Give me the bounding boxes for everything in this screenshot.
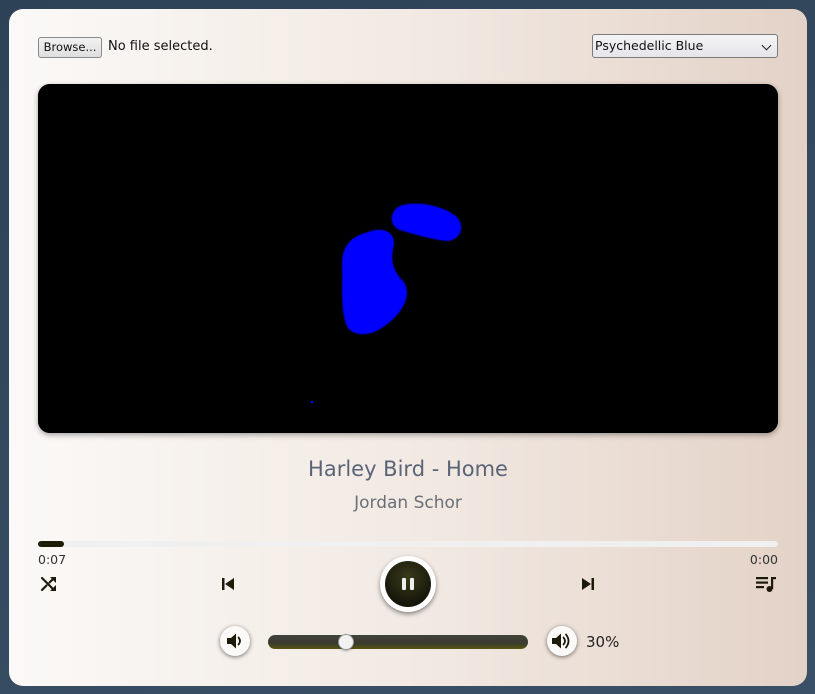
visualizer-particle (310, 400, 314, 404)
visualizer-graphic (310, 203, 462, 404)
theme-select-value: Psychedellic Blue (595, 38, 704, 53)
music-player-card: Browse... No file selected. Psychedellic… (9, 9, 807, 686)
shuffle-icon[interactable] (40, 575, 60, 597)
volume-slider-thumb[interactable] (338, 634, 354, 650)
volume-up-button[interactable] (547, 626, 577, 656)
playlist-icon[interactable] (755, 575, 777, 597)
browse-button[interactable]: Browse... (38, 37, 102, 58)
visualizer-canvas (38, 84, 778, 433)
volume-down-button[interactable] (220, 626, 250, 656)
track-artist: Jordan Schor (354, 493, 462, 513)
skip-next-icon[interactable] (580, 576, 596, 596)
chevron-down-icon (761, 40, 772, 51)
track-title: Harley Bird - Home (308, 457, 508, 481)
theme-select[interactable]: Psychedellic Blue (592, 34, 778, 58)
file-status-text: No file selected. (108, 39, 213, 54)
pause-icon (385, 561, 431, 607)
total-time: 0:00 (749, 552, 778, 567)
skip-previous-icon[interactable] (220, 576, 236, 596)
pause-button[interactable] (380, 556, 436, 612)
volume-slider[interactable] (268, 634, 528, 650)
volume-down-icon (227, 633, 241, 649)
volume-up-icon (552, 633, 570, 649)
current-time: 0:07 (38, 552, 67, 567)
visualizer-blob (391, 203, 462, 241)
volume-percent: 30% (586, 633, 620, 651)
visualizer-blob (342, 229, 407, 335)
progress-bar[interactable] (38, 541, 778, 547)
progress-fill (38, 541, 64, 547)
